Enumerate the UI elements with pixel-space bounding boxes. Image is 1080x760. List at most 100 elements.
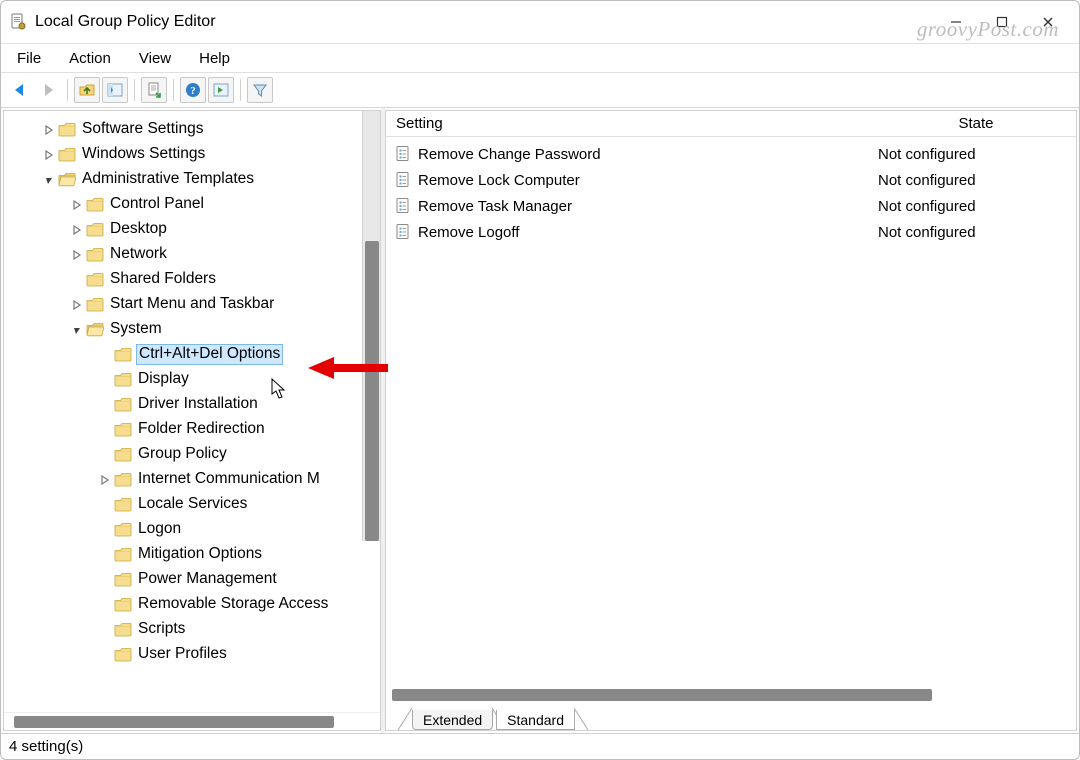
chevron-right-icon[interactable]	[98, 473, 112, 487]
folder-icon	[114, 497, 132, 512]
tree-item-label: Start Menu and Taskbar	[110, 295, 274, 314]
toolbar-separator	[240, 79, 241, 101]
tree-item[interactable]: Shared Folders	[8, 267, 380, 292]
tree-item[interactable]: Desktop	[8, 217, 380, 242]
tree-vscrollbar[interactable]	[362, 111, 380, 541]
folder-icon	[86, 272, 104, 287]
tree-item-label: Locale Services	[138, 495, 247, 514]
filter-button[interactable]	[247, 77, 273, 103]
folder-icon	[114, 572, 132, 587]
tree-item[interactable]: Group Policy	[8, 442, 380, 467]
folder-icon	[58, 147, 76, 162]
tree-item[interactable]: Scripts	[8, 617, 380, 642]
tree-item[interactable]: Removable Storage Access	[8, 592, 380, 617]
tree-item[interactable]: System	[8, 317, 380, 342]
menu-help[interactable]: Help	[191, 48, 238, 69]
setting-name: Remove Logoff	[418, 224, 876, 241]
show-hide-tree-button[interactable]	[102, 77, 128, 103]
policy-icon	[394, 197, 412, 215]
tree-item[interactable]: Network	[8, 242, 380, 267]
tree-item[interactable]: Power Management	[8, 567, 380, 592]
tree-item[interactable]: Mitigation Options	[8, 542, 380, 567]
tree-item[interactable]: Ctrl+Alt+Del Options	[8, 342, 380, 367]
list-row[interactable]: Remove Lock ComputerNot configured	[386, 167, 1076, 193]
menu-view[interactable]: View	[131, 48, 179, 69]
tab-standard[interactable]: Standard	[496, 710, 575, 730]
tree-item[interactable]: Display	[8, 367, 380, 392]
tree-item-label: Display	[138, 370, 189, 389]
tree-item-label: Removable Storage Access	[138, 595, 328, 614]
setting-name: Remove Change Password	[418, 146, 876, 163]
chevron-right-icon[interactable]	[42, 148, 56, 162]
policy-icon	[394, 171, 412, 189]
window: groovyPost.com Local Group Policy Editor…	[0, 0, 1080, 760]
properties-button[interactable]	[208, 77, 234, 103]
tree[interactable]: Software Settings Windows Settings Adminis…	[4, 111, 380, 712]
tree-hscroll-thumb[interactable]	[14, 716, 334, 728]
forward-button[interactable]	[35, 77, 61, 103]
chevron-right-icon[interactable]	[70, 248, 84, 262]
window-controls	[933, 6, 1071, 38]
menu-action[interactable]: Action	[61, 48, 119, 69]
folder-icon	[114, 397, 132, 412]
window-title: Local Group Policy Editor	[35, 13, 216, 31]
tree-item[interactable]: Internet Communication M	[8, 467, 380, 492]
list-hscroll-thumb[interactable]	[392, 689, 932, 701]
tree-pane: Software Settings Windows Settings Adminis…	[3, 110, 381, 731]
tree-item-label: Folder Redirection	[138, 420, 265, 439]
list-row[interactable]: Remove Task ManagerNot configured	[386, 193, 1076, 219]
column-setting[interactable]: Setting	[386, 115, 876, 132]
tree-item[interactable]: Locale Services	[8, 492, 380, 517]
maximize-button[interactable]	[979, 6, 1025, 38]
tree-vscroll-thumb[interactable]	[365, 241, 379, 541]
folder-icon	[58, 122, 76, 137]
chevron-right-icon[interactable]	[70, 223, 84, 237]
folder-icon	[114, 597, 132, 612]
minimize-button[interactable]	[933, 6, 979, 38]
menu-file[interactable]: File	[9, 48, 49, 69]
back-button[interactable]	[7, 77, 33, 103]
help-button[interactable]: ?	[180, 77, 206, 103]
tree-item[interactable]: Windows Settings	[8, 142, 380, 167]
tree-item[interactable]: Logon	[8, 517, 380, 542]
menubar: File Action View Help	[1, 43, 1079, 73]
chevron-right-icon[interactable]	[70, 198, 84, 212]
toolbar: ?	[1, 73, 1079, 108]
tree-item-label: User Profiles	[138, 645, 227, 664]
tree-item[interactable]: Administrative Templates	[8, 167, 380, 192]
tree-hscrollbar[interactable]	[4, 712, 380, 730]
tree-item[interactable]: Driver Installation	[8, 392, 380, 417]
tree-item-label: Shared Folders	[110, 270, 216, 289]
close-button[interactable]	[1025, 6, 1071, 38]
folder-icon	[114, 622, 132, 637]
folder-icon	[114, 472, 132, 487]
setting-state: Not configured	[876, 224, 1076, 241]
list-hscrollbar[interactable]	[388, 686, 1074, 704]
tree-item[interactable]: Start Menu and Taskbar	[8, 292, 380, 317]
tree-item-label: Scripts	[138, 620, 185, 639]
list-row[interactable]: Remove Change PasswordNot configured	[386, 141, 1076, 167]
chevron-right-icon[interactable]	[42, 123, 56, 137]
setting-state: Not configured	[876, 198, 1076, 215]
app-icon	[9, 13, 27, 31]
tree-item-label: Mitigation Options	[138, 545, 262, 564]
tree-item[interactable]: Folder Redirection	[8, 417, 380, 442]
chevron-right-icon[interactable]	[70, 298, 84, 312]
chevron-down-icon[interactable]	[42, 173, 56, 187]
tree-item[interactable]: Software Settings	[8, 117, 380, 142]
folder-icon	[114, 447, 132, 462]
settings-list[interactable]: Remove Change PasswordNot configuredRemo…	[386, 137, 1076, 686]
list-row[interactable]: Remove LogoffNot configured	[386, 219, 1076, 245]
tree-item[interactable]: Control Panel	[8, 192, 380, 217]
policy-icon	[394, 145, 412, 163]
up-button[interactable]	[74, 77, 100, 103]
toolbar-separator	[173, 79, 174, 101]
export-list-button[interactable]	[141, 77, 167, 103]
tree-item-label: Network	[110, 245, 167, 264]
folder-icon	[114, 372, 132, 387]
tree-item[interactable]: User Profiles	[8, 642, 380, 667]
chevron-down-icon[interactable]	[70, 323, 84, 337]
tree-item-label: Windows Settings	[82, 145, 205, 164]
tab-extended[interactable]: Extended	[412, 710, 493, 730]
column-state[interactable]: State	[876, 115, 1076, 132]
